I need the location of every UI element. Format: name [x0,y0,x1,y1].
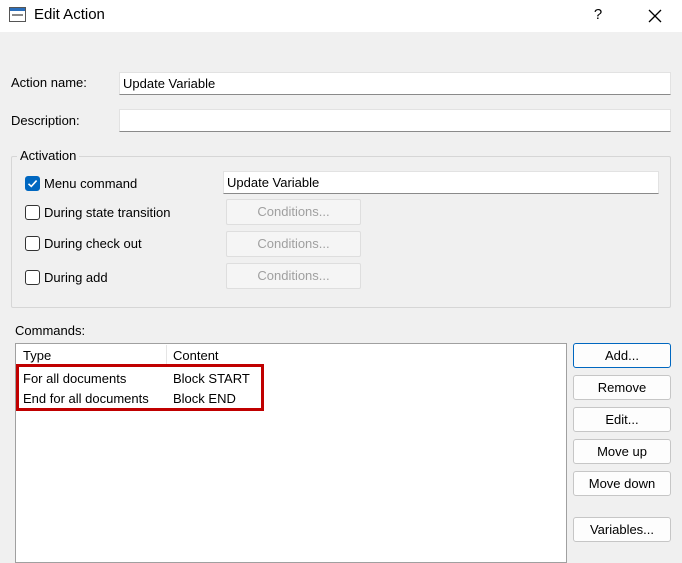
action-name-input[interactable]: Update Variable [119,72,671,95]
checkmark-icon [27,180,38,188]
state-transition-label: During state transition [44,205,171,220]
commands-label: Commands: [15,323,86,338]
edit-button[interactable]: Edit... [573,407,671,432]
menu-command-checkbox[interactable] [25,176,40,191]
check-out-conditions-button[interactable]: Conditions... [226,231,361,257]
check-out-label: During check out [44,236,142,251]
variables-button[interactable]: Variables... [573,517,671,542]
help-button[interactable]: ? [584,4,612,26]
activation-caption: Activation [17,148,80,163]
description-input[interactable] [119,109,671,132]
add-label: During add [44,270,108,285]
column-header-content[interactable]: Content [173,348,219,363]
add-button[interactable]: Add... [573,343,671,368]
move-up-button[interactable]: Move up [573,439,671,464]
menu-command-label: Menu command [44,176,138,191]
move-down-button[interactable]: Move down [573,471,671,496]
menu-command-input[interactable]: Update Variable [223,171,659,194]
add-checkbox[interactable] [25,270,40,285]
check-out-checkbox[interactable] [25,236,40,251]
column-header-type[interactable]: Type [23,348,51,363]
column-separator[interactable] [166,345,167,365]
add-conditions-button[interactable]: Conditions... [226,263,361,289]
action-name-label: Action name: [11,75,87,90]
window-app-icon [9,7,26,22]
close-icon [648,9,662,23]
state-transition-conditions-button[interactable]: Conditions... [226,199,361,225]
remove-button[interactable]: Remove [573,375,671,400]
description-label: Description: [11,113,80,128]
help-icon: ? [593,6,603,23]
annotation-highlight-box [16,364,264,411]
window-title: Edit Action [34,6,105,23]
close-button[interactable] [638,2,672,28]
state-transition-checkbox[interactable] [25,205,40,220]
